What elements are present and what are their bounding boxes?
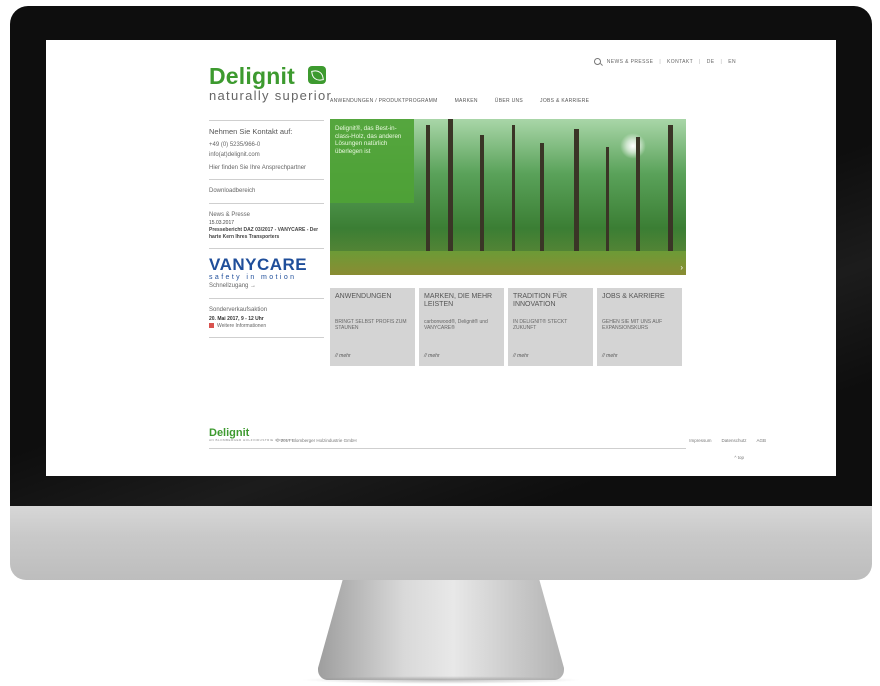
tile-jobs[interactable]: JOBS & KARRIERE GEHEN SIE MIT UNS AUF EX… xyxy=(597,288,682,366)
tile-title: MARKEN, DIE MEHR LEISTEN xyxy=(424,293,493,308)
footer-link-datenschutz[interactable]: Datenschutz xyxy=(721,438,746,443)
tile-more-link[interactable]: // mehr xyxy=(335,353,351,359)
nav-marken[interactable]: MARKEN xyxy=(455,98,478,104)
forest-floor xyxy=(330,251,686,275)
sale-more-link[interactable]: Weitere Informationen xyxy=(217,323,266,329)
logo-tagline: naturally superior xyxy=(209,88,333,103)
news-section: News & Presse 15.03.2017 Pressebericht D… xyxy=(209,203,324,248)
footer-links: Impressum Datenschutz AGB xyxy=(689,438,766,443)
leaf-logo-icon xyxy=(308,66,326,84)
tile-more-link[interactable]: // mehr xyxy=(513,353,529,359)
tile-title: JOBS & KARRIERE xyxy=(602,293,665,300)
separator: | xyxy=(659,58,662,65)
hero-text-box: Delignit®, das Best-in-class-Holz, das a… xyxy=(330,119,414,203)
news-date: 15.03.2017 xyxy=(209,220,235,226)
monitor-chin xyxy=(10,506,872,580)
contacts-link[interactable]: Hier finden Sie Ihre Ansprechpartner xyxy=(209,164,324,172)
sale-date: 20. Mai 2017, 9 - 12 Uhr xyxy=(209,316,264,322)
footer-copyright: © 2017 Blomberger Holzindustrie GmbH xyxy=(276,438,357,443)
sale-more-row[interactable]: Weitere Informationen xyxy=(209,323,324,330)
footer-link-impressum[interactable]: Impressum xyxy=(689,438,711,443)
vanycare-section: VANYCARE safety in motion Schnellzugang … xyxy=(209,248,324,298)
news-link[interactable]: NEWS & PRESSE xyxy=(607,59,654,65)
hero-next-arrow-icon[interactable]: › xyxy=(680,263,683,272)
vanycare-tagline: safety in motion xyxy=(209,274,297,281)
contact-section: Nehmen Sie Kontakt auf: +49 (0) 5235/966… xyxy=(209,120,324,179)
website-screen: NEWS & PRESSE | KONTAKT | DE | EN Delign… xyxy=(46,40,836,476)
footer-link-agb[interactable]: AGB xyxy=(756,438,766,443)
teaser-tiles: ANWENDUNGEN BRINGT SELBST PROFIS ZUM STA… xyxy=(330,288,682,366)
nav-ueber-uns[interactable]: ÜBER UNS xyxy=(495,98,523,104)
contact-link[interactable]: KONTAKT xyxy=(667,59,693,65)
separator: | xyxy=(720,58,723,65)
hero-banner[interactable]: Delignit®, das Best-in-class-Holz, das a… xyxy=(330,119,686,275)
stand-shadow xyxy=(300,676,582,684)
top-navigation: NEWS & PRESSE | KONTAKT | DE | EN xyxy=(593,58,736,65)
tile-text: IN DELIGNIT® STECKT ZUKUNFT xyxy=(513,319,568,331)
phone-number[interactable]: +49 (0) 5235/966-0 xyxy=(209,140,324,150)
separator: | xyxy=(699,58,701,65)
calendar-icon xyxy=(209,323,214,329)
tile-text: carbonwood®, Delignit® und VANYCARE® xyxy=(424,319,488,331)
news-item-link[interactable]: Pressebericht DAZ 03/2017 - VANYCARE - D… xyxy=(209,227,324,241)
tile-more-link[interactable]: // mehr xyxy=(424,353,440,359)
tile-marken[interactable]: MARKEN, DIE MEHR LEISTEN carbonwood®, De… xyxy=(419,288,504,366)
vanycare-logo[interactable]: VANYCARE xyxy=(209,255,324,275)
sidebar: Nehmen Sie Kontakt auf: +49 (0) 5235/966… xyxy=(209,120,324,338)
tile-tradition[interactable]: TRADITION FÜR INNOVATION IN DELIGNIT® ST… xyxy=(508,288,593,366)
tile-title: TRADITION FÜR INNOVATION xyxy=(513,293,568,308)
back-to-top-link[interactable]: ^ top xyxy=(734,455,744,460)
news-heading[interactable]: News & Presse xyxy=(209,210,324,220)
monitor-stand xyxy=(318,580,564,680)
nav-anwendungen[interactable]: ANWENDUNGEN / PRODUKTPROGRAMM xyxy=(330,98,438,104)
download-link[interactable]: Downloadbereich xyxy=(209,186,324,196)
sidebar-divider xyxy=(209,337,324,338)
tile-more-link[interactable]: // mehr xyxy=(602,353,618,359)
contact-heading: Nehmen Sie Kontakt auf: xyxy=(209,127,293,136)
logo-wordmark[interactable]: Delignit xyxy=(209,63,295,90)
tile-text: BRINGT SELBST PROFIS ZUM STAUNEN xyxy=(335,319,407,331)
nav-jobs[interactable]: JOBS & KARRIERE xyxy=(540,98,589,104)
download-section: Downloadbereich xyxy=(209,179,324,203)
footer-divider xyxy=(209,448,686,449)
lang-de-link[interactable]: DE xyxy=(707,59,715,65)
sale-section: Sonderverkaufsaktion 20. Mai 2017, 9 - 1… xyxy=(209,298,324,337)
hero-text: Delignit®, das Best-in-class-Holz, das a… xyxy=(335,125,402,155)
tile-text: GEHEN SIE MIT UNS AUF EXPANSIONSKURS xyxy=(602,319,663,331)
sun-glow xyxy=(620,133,646,159)
main-navigation: ANWENDUNGEN / PRODUKTPROGRAMM MARKEN ÜBE… xyxy=(330,98,589,104)
quick-access-link[interactable]: Schnellzugang → xyxy=(209,281,324,291)
sale-heading: Sonderverkaufsaktion xyxy=(209,307,268,313)
email-link[interactable]: info(at)delignit.com xyxy=(209,150,324,160)
lang-en-link[interactable]: EN xyxy=(728,59,736,65)
tile-anwendungen[interactable]: ANWENDUNGEN BRINGT SELBST PROFIS ZUM STA… xyxy=(330,288,415,366)
tile-title: ANWENDUNGEN xyxy=(335,293,392,300)
search-icon[interactable] xyxy=(593,58,601,65)
